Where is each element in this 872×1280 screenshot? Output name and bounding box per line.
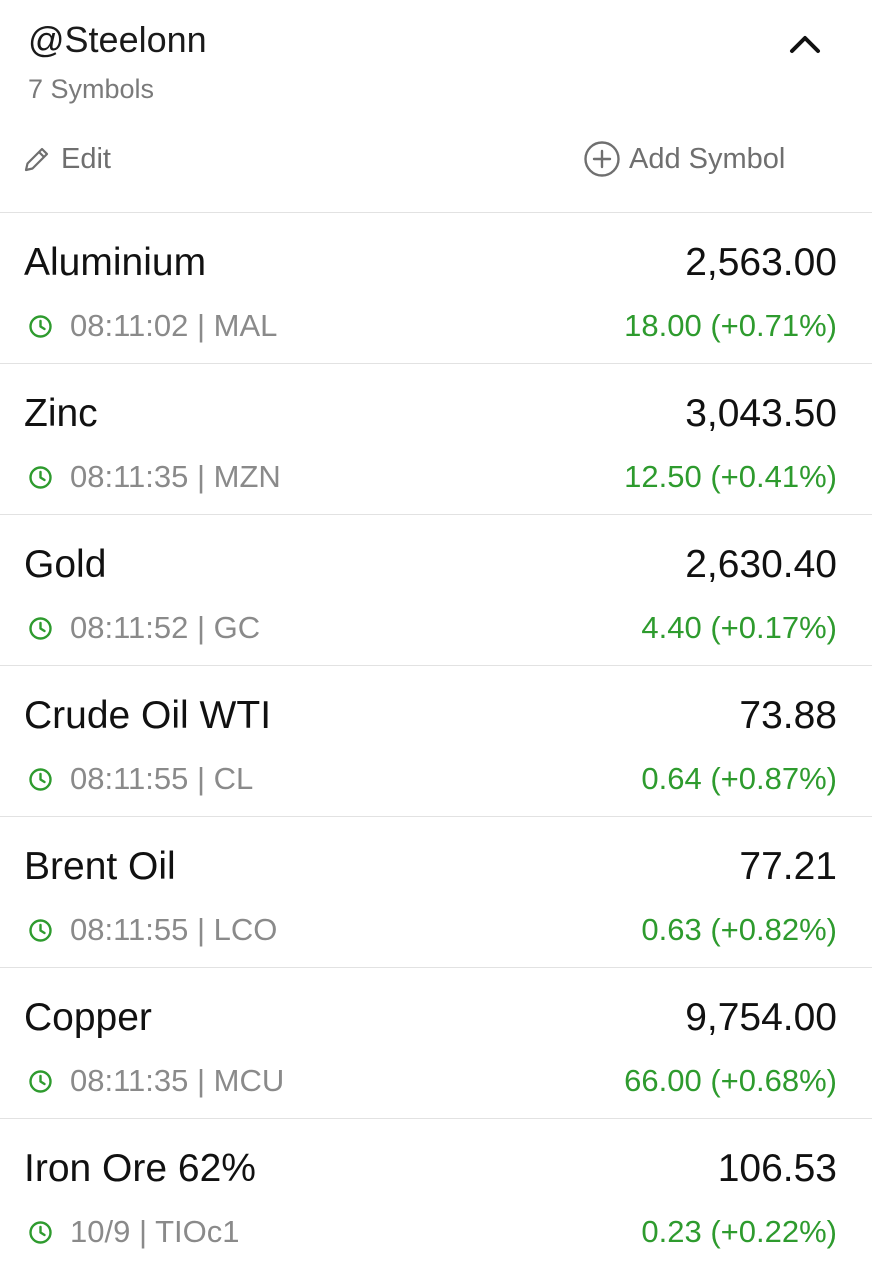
symbol-change: 0.64 (+0.87%) (641, 761, 837, 796)
symbol-row-iron-ore-62[interactable]: Iron Ore 62% 106.53 10/9 | TIOc1 0.23 (+… (0, 1119, 872, 1270)
symbol-time: 10/9 (70, 1214, 131, 1249)
symbol-ticker: CL (213, 761, 254, 796)
symbol-change: 4.40 (+0.17%) (641, 610, 837, 645)
symbol-ticker: MCU (213, 1063, 285, 1098)
clock-icon (29, 616, 52, 640)
clock-icon (29, 1220, 52, 1244)
clock-icon (29, 767, 52, 791)
symbol-change: 0.63 (+0.82%) (641, 912, 837, 947)
symbol-price: 73.88 (739, 694, 837, 737)
edit-label: Edit (61, 142, 111, 175)
symbol-time: 08:11:55 (70, 912, 189, 947)
add-symbol-button[interactable]: Add Symbol (583, 138, 785, 180)
symbol-row-crude-oil-wti[interactable]: Crude Oil WTI 73.88 08:11:55 | CL 0.64 (… (0, 666, 872, 817)
clock-icon (29, 465, 52, 489)
symbol-meta: 08:11:35 | MCU (28, 1061, 284, 1101)
symbol-time-ticker: 08:11:35 | MZN (70, 459, 281, 494)
symbol-meta: 10/9 | TIOc1 (28, 1212, 239, 1252)
symbol-name: Crude Oil WTI (24, 694, 272, 737)
symbol-ticker: TIOc1 (155, 1214, 240, 1249)
symbol-row-zinc[interactable]: Zinc 3,043.50 08:11:35 | MZN 12.50 (+0.4… (0, 364, 872, 515)
symbol-name: Brent Oil (24, 845, 176, 888)
symbol-time-ticker: 08:11:55 | CL (70, 761, 254, 796)
add-symbol-label: Add Symbol (629, 142, 786, 175)
symbol-price: 9,754.00 (685, 996, 837, 1039)
symbol-list: Aluminium 2,563.00 08:11:02 | MAL 18.00 … (0, 213, 872, 1270)
chevron-up-icon (790, 36, 820, 53)
symbol-ticker: GC (213, 610, 261, 645)
symbol-price: 2,630.40 (685, 543, 837, 586)
symbol-row-aluminium[interactable]: Aluminium 2,563.00 08:11:02 | MAL 18.00 … (0, 213, 872, 364)
symbol-name: Zinc (24, 392, 98, 435)
symbol-row-brent-oil[interactable]: Brent Oil 77.21 08:11:55 | LCO 0.63 (+0.… (0, 817, 872, 968)
symbol-ticker: MZN (213, 459, 281, 494)
symbol-row-copper[interactable]: Copper 9,754.00 08:11:35 | MCU 66.00 (+0… (0, 968, 872, 1119)
symbol-name: Copper (24, 996, 152, 1039)
symbol-time-ticker: 08:11:55 | LCO (70, 912, 278, 947)
watchlist-header: @Steelonn 7 Symbols Edit Add Symbol (0, 0, 872, 213)
symbol-name: Aluminium (24, 241, 207, 284)
clock-icon (29, 314, 52, 338)
symbol-price: 3,043.50 (685, 392, 837, 435)
symbol-name: Gold (24, 543, 107, 586)
symbol-price: 106.53 (717, 1147, 837, 1190)
symbol-change: 12.50 (+0.41%) (624, 459, 837, 494)
symbol-change: 66.00 (+0.68%) (624, 1063, 837, 1098)
symbol-meta: 08:11:02 | MAL (28, 306, 277, 346)
symbol-time-ticker: 08:11:35 | MCU (70, 1063, 285, 1098)
pencil-icon (24, 147, 49, 172)
symbol-change: 0.23 (+0.22%) (641, 1214, 837, 1249)
edit-button[interactable]: Edit (22, 138, 111, 180)
symbol-meta: 08:11:35 | MZN (28, 457, 281, 497)
symbol-time-ticker: 10/9 | TIOc1 (70, 1214, 240, 1249)
symbol-time: 08:11:02 (70, 308, 189, 343)
symbol-ticker: MAL (213, 308, 278, 343)
symbol-change: 18.00 (+0.71%) (624, 308, 837, 343)
symbol-time-ticker: 08:11:52 | GC (70, 610, 261, 645)
symbol-meta: 08:11:55 | CL (28, 759, 253, 799)
symbol-time: 08:11:35 (70, 459, 189, 494)
symbol-time: 08:11:55 (70, 761, 189, 796)
symbol-ticker: LCO (213, 912, 278, 947)
symbol-price: 77.21 (739, 845, 837, 888)
symbol-meta: 08:11:52 | GC (28, 608, 260, 648)
symbol-price: 2,563.00 (685, 241, 837, 284)
symbol-time: 08:11:52 (70, 610, 189, 645)
symbol-name: Iron Ore 62% (24, 1147, 256, 1190)
clock-icon (29, 1069, 52, 1093)
collapse-button[interactable] (780, 22, 830, 66)
symbol-time: 08:11:35 (70, 1063, 189, 1098)
clock-icon (29, 918, 52, 942)
symbol-meta: 08:11:55 | LCO (28, 910, 277, 950)
symbol-row-gold[interactable]: Gold 2,630.40 08:11:52 | GC 4.40 (+0.17%… (0, 515, 872, 666)
plus-circle-icon (584, 141, 620, 177)
symbol-count: 7 Symbols (28, 74, 155, 104)
watchlist-title: @Steelonn (28, 19, 207, 60)
symbol-time-ticker: 08:11:02 | MAL (70, 308, 278, 343)
